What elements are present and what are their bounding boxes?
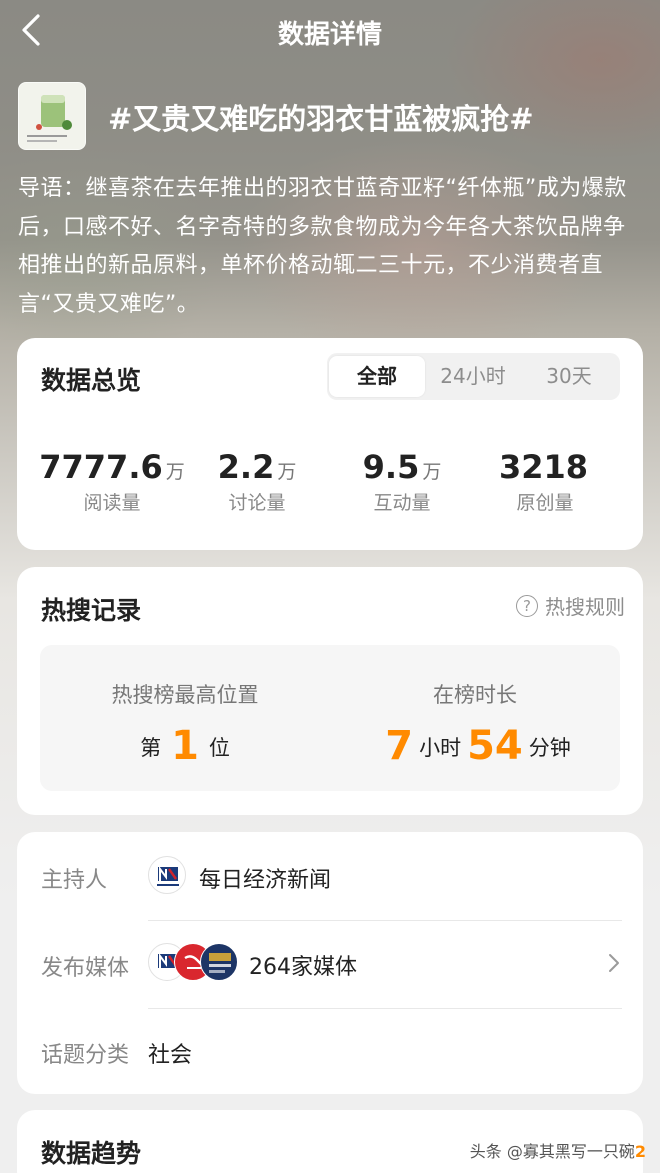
topic-title: #又贵又难吃的羽衣甘蓝被疯抢# <box>108 102 534 136</box>
overview-title: 数据总览 <box>41 366 142 395</box>
stat-interactions: 9.5 万 互动量 <box>330 448 474 515</box>
overview-card: 数据总览 全部 24小时 30天 7777.6 万 阅读量 2.2 万 讨论量 9.… <box>17 338 643 550</box>
peak-prefix: 第 <box>140 736 162 760</box>
rules-label: 热搜规则 <box>545 595 625 619</box>
trend-title: 数据趋势 <box>41 1139 142 1168</box>
hot-search-stats: 热搜榜最高位置 第1位 在榜时长 7 小时 54 分钟 <box>40 645 620 791</box>
category-value: 社会 <box>148 1043 193 1068</box>
duration-minutes: 54 <box>467 723 523 769</box>
tab-30d[interactable]: 30天 <box>521 356 617 397</box>
question-circle-icon: ? <box>516 594 538 617</box>
stat-label: 原创量 <box>516 492 574 514</box>
host-name[interactable]: 每日经济新闻 <box>199 862 331 894</box>
stat-label: 阅读量 <box>83 492 141 514</box>
category-label: 话题分类 <box>41 1043 130 1068</box>
duration-hours: 7 <box>385 723 414 769</box>
stat-reads: 7777.6 万 阅读量 <box>27 448 197 515</box>
chevron-right-icon[interactable] <box>607 952 621 974</box>
stat-originals: 3218 原创量 <box>473 448 617 515</box>
topic-lead: 导语：继喜茶在去年推出的羽衣甘蓝奇亚籽“纤体瓶”成为爆款后，口感不好、名字奇特的… <box>18 176 627 317</box>
stat-label: 讨论量 <box>228 492 286 514</box>
on-list-duration: 在榜时长 7 小时 54 分钟 <box>330 645 620 769</box>
stat-label: 互动量 <box>373 492 431 514</box>
stat-discussions: 2.2 万 讨论量 <box>185 448 329 515</box>
stat-value: 7777.6 <box>39 448 163 486</box>
hot-search-rules-link[interactable]: ? 热搜规则 <box>516 591 625 620</box>
nav-bar: 数据详情 <box>0 0 660 64</box>
host-avatar[interactable] <box>148 856 186 894</box>
hot-search-title: 热搜记录 <box>41 596 142 625</box>
duration-minutes-unit: 分钟 <box>528 736 571 760</box>
stat-unit: 万 <box>165 461 185 483</box>
media-label: 发布媒体 <box>41 956 130 981</box>
time-range-tabs: 全部 24小时 30天 <box>327 353 620 400</box>
topic-thumbnail <box>18 82 86 150</box>
peak-rank: 1 <box>171 723 199 769</box>
stat-value: 3218 <box>498 448 589 486</box>
media-count[interactable]: 264家媒体 <box>249 949 357 981</box>
tab-all[interactable]: 全部 <box>329 356 425 397</box>
duration-hours-unit: 小时 <box>419 736 462 760</box>
divider <box>148 1008 622 1009</box>
stat-unit: 万 <box>422 461 442 483</box>
media-avatars[interactable] <box>148 943 240 983</box>
stat-unit: 万 <box>277 461 297 483</box>
hot-search-card: 热搜记录 ? 热搜规则 热搜榜最高位置 第1位 在榜时长 7 小时 54 分钟 <box>17 567 643 815</box>
peak-suffix: 位 <box>208 736 230 760</box>
stat-value: 9.5 <box>362 448 420 486</box>
peak-position: 热搜榜最高位置 第1位 <box>40 645 330 769</box>
divider <box>148 920 622 921</box>
tab-24h[interactable]: 24小时 <box>425 356 521 397</box>
stat-value: 2.2 <box>217 448 275 486</box>
host-label: 主持人 <box>41 868 108 893</box>
topic-info-card: 主持人 每日经济新闻 发布媒体 264家媒体 话题分类 社会 <box>17 832 643 1094</box>
duration-label: 在榜时长 <box>433 683 517 707</box>
media-avatar <box>200 943 238 981</box>
page-title: 数据详情 <box>277 20 382 50</box>
watermark: 头条 @寡其黑写一只碗2 <box>469 1142 646 1161</box>
peak-label: 热搜榜最高位置 <box>111 683 259 707</box>
